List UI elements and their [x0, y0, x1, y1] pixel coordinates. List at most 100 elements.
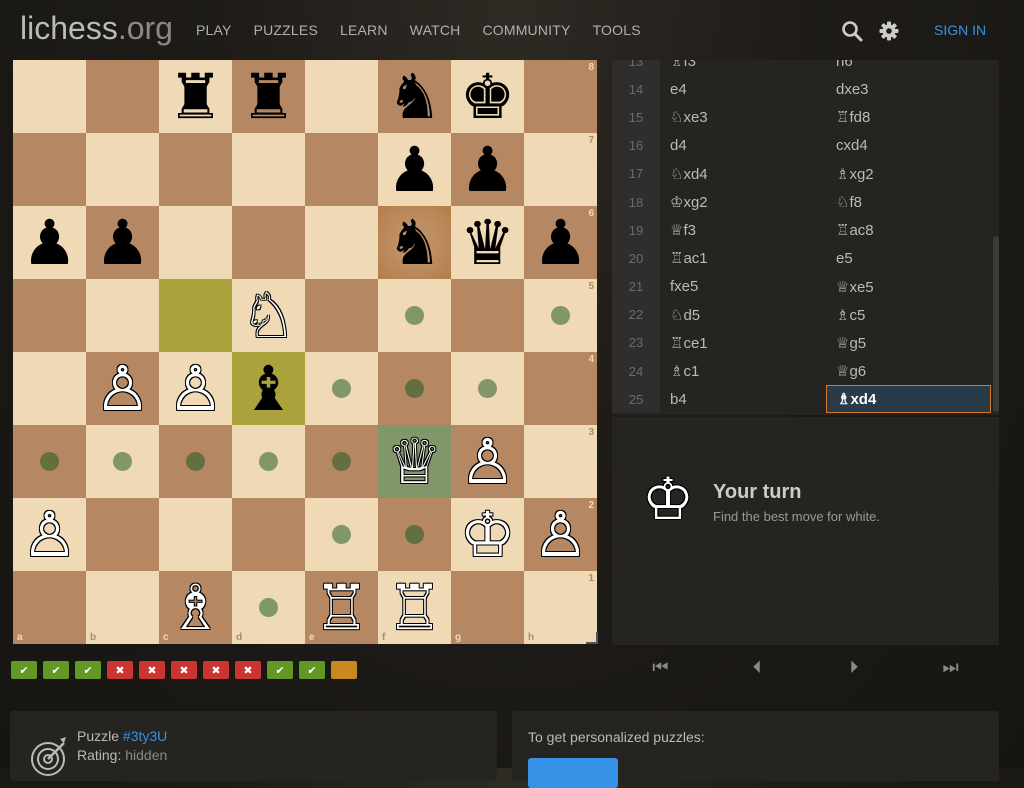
move-destination-dot[interactable]: [551, 306, 570, 325]
nav-play[interactable]: PLAY: [196, 22, 232, 38]
white-piece-c1[interactable]: ♗: [168, 571, 224, 644]
square-h8[interactable]: 8: [524, 60, 597, 133]
square-e1[interactable]: e ♖: [305, 571, 378, 644]
square-h7[interactable]: 7: [524, 133, 597, 206]
current-puzzle-badge[interactable]: [331, 661, 357, 679]
square-c3[interactable]: [159, 425, 232, 498]
square-a6[interactable]: ♟: [13, 206, 86, 279]
square-g4[interactable]: [451, 352, 524, 425]
white-move[interactable]: b4: [660, 385, 826, 413]
square-g5[interactable]: [451, 279, 524, 352]
black-move[interactable]: ♗xd4: [826, 385, 991, 414]
white-move[interactable]: ♘d5: [660, 301, 826, 329]
move-destination-dot[interactable]: [405, 525, 424, 544]
white-piece-c4[interactable]: ♙: [168, 352, 224, 425]
white-move[interactable]: ♘xe3: [660, 103, 826, 131]
square-a8[interactable]: [13, 60, 86, 133]
black-move[interactable]: h6: [826, 60, 992, 75]
square-f7[interactable]: ♟: [378, 133, 451, 206]
square-d6[interactable]: [232, 206, 305, 279]
square-a3[interactable]: [13, 425, 86, 498]
square-c8[interactable]: ♜: [159, 60, 232, 133]
square-h3[interactable]: 3: [524, 425, 597, 498]
move-destination-dot[interactable]: [113, 452, 132, 471]
square-c4[interactable]: ♙: [159, 352, 232, 425]
square-e6[interactable]: [305, 206, 378, 279]
black-piece-f8[interactable]: ♞: [387, 60, 443, 133]
white-move[interactable]: ♔xg2: [660, 188, 826, 216]
move-destination-dot[interactable]: [186, 452, 205, 471]
square-d7[interactable]: [232, 133, 305, 206]
white-piece-f3[interactable]: ♕: [387, 425, 443, 498]
square-a2[interactable]: ♙: [13, 498, 86, 571]
white-move[interactable]: fxe5: [660, 273, 826, 301]
move-destination-dot[interactable]: [259, 598, 278, 617]
black-move[interactable]: ♕g6: [826, 357, 992, 385]
square-a4[interactable]: [13, 352, 86, 425]
square-b4[interactable]: ♙: [86, 352, 159, 425]
white-piece-g3[interactable]: ♙: [460, 425, 516, 498]
white-piece-a2[interactable]: ♙: [22, 498, 78, 571]
black-piece-g8[interactable]: ♚: [460, 60, 516, 133]
first-move-icon[interactable]: ⏮: [640, 652, 680, 682]
square-a1[interactable]: a: [13, 571, 86, 644]
last-move-icon[interactable]: ⏭: [931, 652, 971, 682]
black-move[interactable]: ♗c5: [826, 301, 992, 329]
square-a7[interactable]: [13, 133, 86, 206]
square-b2[interactable]: [86, 498, 159, 571]
square-h4[interactable]: 4: [524, 352, 597, 425]
square-b6[interactable]: ♟: [86, 206, 159, 279]
move-destination-dot[interactable]: [259, 452, 278, 471]
white-move[interactable]: ♗f3: [660, 60, 826, 75]
square-d2[interactable]: [232, 498, 305, 571]
square-g7[interactable]: ♟: [451, 133, 524, 206]
square-e4[interactable]: [305, 352, 378, 425]
square-d3[interactable]: [232, 425, 305, 498]
square-g1[interactable]: g: [451, 571, 524, 644]
black-move[interactable]: ♗xg2: [826, 160, 992, 188]
solved-puzzle-badge[interactable]: ✔: [43, 661, 69, 679]
square-f8[interactable]: ♞: [378, 60, 451, 133]
square-e3[interactable]: [305, 425, 378, 498]
search-icon[interactable]: [841, 20, 863, 42]
failed-puzzle-badge[interactable]: ✖: [203, 661, 229, 679]
move-destination-dot[interactable]: [405, 379, 424, 398]
white-move[interactable]: ♘xd4: [660, 160, 826, 188]
sign-up-button[interactable]: [528, 758, 618, 788]
black-move[interactable]: ♖ac8: [826, 216, 992, 244]
next-move-icon[interactable]: ⏵: [834, 652, 874, 682]
solved-puzzle-badge[interactable]: ✔: [299, 661, 325, 679]
nav-community[interactable]: COMMUNITY: [482, 22, 570, 38]
square-e2[interactable]: [305, 498, 378, 571]
square-c6[interactable]: [159, 206, 232, 279]
square-d8[interactable]: ♜: [232, 60, 305, 133]
square-d5[interactable]: ♘: [232, 279, 305, 352]
failed-puzzle-badge[interactable]: ✖: [235, 661, 261, 679]
white-move[interactable]: ♕f3: [660, 216, 826, 244]
square-f4[interactable]: [378, 352, 451, 425]
failed-puzzle-badge[interactable]: ✖: [107, 661, 133, 679]
black-move[interactable]: ♕g5: [826, 329, 992, 357]
white-move[interactable]: e4: [660, 75, 826, 103]
move-destination-dot[interactable]: [332, 525, 351, 544]
move-destination-dot[interactable]: [332, 452, 351, 471]
white-piece-f1[interactable]: ♖: [387, 571, 443, 644]
white-piece-g2[interactable]: ♔: [460, 498, 516, 571]
move-destination-dot[interactable]: [332, 379, 351, 398]
white-move[interactable]: ♗c1: [660, 357, 826, 385]
solved-puzzle-badge[interactable]: ✔: [11, 661, 37, 679]
black-move[interactable]: e5: [826, 244, 992, 272]
square-b5[interactable]: [86, 279, 159, 352]
square-e8[interactable]: [305, 60, 378, 133]
square-f1[interactable]: f ♖: [378, 571, 451, 644]
white-piece-d5[interactable]: ♘: [241, 279, 297, 352]
square-c1[interactable]: c ♗: [159, 571, 232, 644]
black-piece-f6[interactable]: ♞: [387, 206, 443, 279]
prev-move-icon[interactable]: ⏴: [737, 652, 777, 682]
gear-icon[interactable]: [878, 20, 900, 42]
nav-learn[interactable]: LEARN: [340, 22, 388, 38]
black-piece-a6[interactable]: ♟: [22, 206, 78, 279]
white-piece-e1[interactable]: ♖: [314, 571, 370, 644]
square-c7[interactable]: [159, 133, 232, 206]
black-move[interactable]: ♘f8: [826, 188, 992, 216]
